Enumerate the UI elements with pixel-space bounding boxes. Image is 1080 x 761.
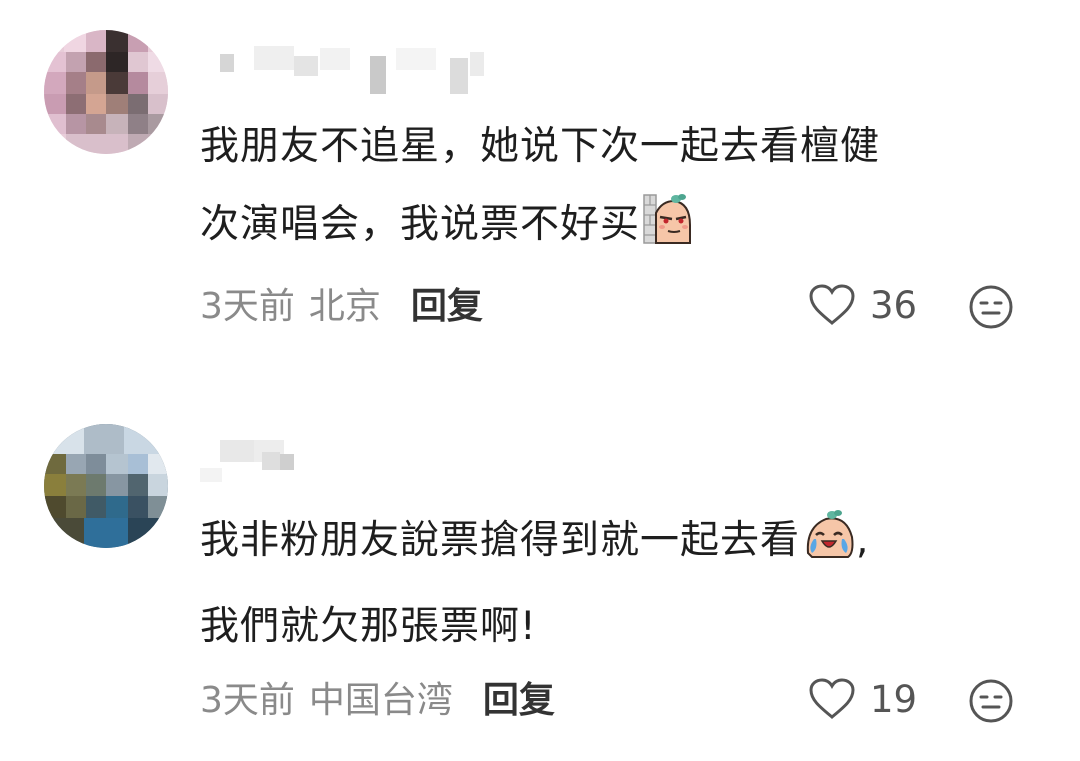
comment-item: 我非粉朋友說票搶得到就一起去看 , 我們就欠那張票啊! 3天前 中国台湾 回复 …: [0, 390, 1080, 761]
comment-item: 我朋友不追星，她说下次一起去看檀健 次演唱会，我说票不好买 3天前 北京 回复 …: [0, 0, 1080, 380]
crying-laugh-emoji-icon: [802, 507, 856, 588]
wall-peek-emoji-icon: [642, 191, 694, 272]
avatar[interactable]: [44, 30, 168, 154]
reply-button[interactable]: 回复: [483, 671, 555, 723]
comment-line: 我朋友不追星，她说下次一起去看檀健: [200, 124, 881, 169]
username-obscured[interactable]: [200, 432, 500, 492]
comment-line: 次演唱会，我说票不好买: [200, 186, 1030, 272]
like-button[interactable]: 36: [808, 280, 917, 330]
timestamp: 3天前: [200, 680, 295, 721]
comment-meta: 3天前 北京 回复: [200, 278, 483, 328]
comment-line: 我們就欠那張票啊!: [200, 604, 537, 649]
avatar[interactable]: [44, 424, 168, 548]
like-count: 36: [870, 283, 918, 327]
timestamp: 3天前: [200, 286, 295, 327]
comment-line: 我非粉朋友說票搶得到就一起去看 ,: [200, 502, 1030, 588]
reply-button[interactable]: 回复: [411, 277, 483, 329]
location: 北京: [308, 286, 381, 327]
dislike-button[interactable]: [968, 678, 1014, 728]
like-button[interactable]: 19: [808, 674, 917, 724]
neutral-face-icon: [969, 679, 1013, 723]
location: 中国台湾: [308, 680, 453, 721]
heart-icon: [809, 284, 855, 325]
comment-meta: 3天前 中国台湾 回复: [200, 672, 555, 722]
username-obscured[interactable]: [200, 38, 500, 98]
like-count: 19: [870, 677, 918, 721]
dislike-button[interactable]: [968, 284, 1014, 334]
comment-text: 我非粉朋友說票搶得到就一起去看 , 我們就欠那張票啊!: [200, 502, 1030, 666]
comment-text: 我朋友不追星，她说下次一起去看檀健 次演唱会，我说票不好买: [200, 108, 1030, 272]
heart-icon: [809, 678, 855, 719]
neutral-face-icon: [969, 285, 1013, 329]
